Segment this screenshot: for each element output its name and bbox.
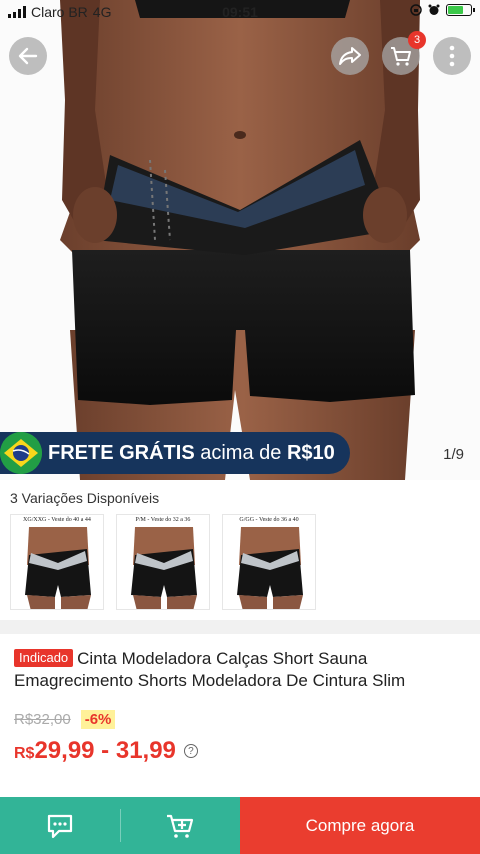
share-icon — [339, 47, 361, 65]
add-to-cart-icon — [167, 814, 194, 838]
bottom-divider — [120, 809, 121, 842]
variation-caption: P/M - Veste do 32 a 36 — [135, 517, 191, 523]
variation-thumbnail — [25, 527, 91, 609]
cart-icon — [391, 47, 411, 66]
more-options-button[interactable] — [433, 37, 471, 75]
more-vertical-icon — [449, 45, 455, 67]
variation-option[interactable]: XG/XXG - Veste do 40 a 44 — [10, 514, 104, 610]
free-shipping-banner: FRETE GRÁTIS acima de R$10 — [0, 432, 350, 474]
variation-option[interactable]: G/GG - Veste do 36 a 40 — [222, 514, 316, 610]
image-pager: 1/9 — [443, 446, 464, 463]
product-info: Indicado Cinta Modeladora Calças Short Sa… — [0, 634, 480, 765]
price-range: 29,99 - 31,99 — [34, 737, 176, 764]
variation-caption: G/GG - Veste do 36 a 40 — [239, 517, 299, 523]
bottom-left-actions — [0, 797, 240, 854]
clock: 09:51 — [222, 4, 258, 20]
free-shipping-amount: R$10 — [286, 441, 335, 464]
share-button[interactable] — [331, 37, 369, 75]
variation-caption: XG/XXG - Veste do 40 a 44 — [23, 517, 91, 523]
status-right — [410, 4, 475, 16]
brazil-flag-icon — [0, 432, 42, 474]
variation-option[interactable]: P/M - Veste do 32 a 36 — [116, 514, 210, 610]
section-divider — [0, 620, 480, 634]
current-price: R$29,99 - 31,99 ? — [14, 737, 466, 765]
discount-badge: -6% — [80, 710, 116, 729]
price-help-icon[interactable]: ? — [183, 744, 198, 758]
alarm-icon — [428, 4, 440, 15]
status-bar: Claro BR 4G 09:51 — [0, 0, 480, 24]
bottom-action-bar: Compre agora — [0, 797, 480, 854]
variation-thumbnail — [131, 527, 197, 609]
variations-section: 3 Variações Disponíveis XG/XXG - Veste d… — [0, 480, 480, 620]
product-title-block: Indicado Cinta Modeladora Calças Short Sa… — [14, 648, 466, 692]
free-shipping-rest: acima de — [200, 441, 282, 464]
battery-icon — [446, 4, 475, 16]
chat-icon — [47, 814, 73, 838]
variations-title: 3 Variações Disponíveis — [10, 490, 160, 506]
original-price: R$32,00 — [14, 711, 71, 728]
add-to-cart-button[interactable] — [120, 797, 240, 854]
recommended-badge: Indicado — [14, 649, 74, 667]
arrow-left-icon — [18, 47, 38, 65]
free-shipping-text: FRETE GRÁTIS acima de R$10 — [48, 442, 335, 465]
cart-button[interactable]: 3 — [382, 31, 426, 75]
chat-button[interactable] — [0, 797, 120, 854]
currency-symbol: R$ — [14, 745, 35, 762]
buy-now-button[interactable]: Compre agora — [240, 797, 480, 854]
free-shipping-strong: FRETE GRÁTIS — [48, 441, 195, 464]
cart-count-badge: 3 — [408, 31, 426, 49]
back-button[interactable] — [9, 37, 47, 75]
variation-thumbnail — [237, 527, 303, 609]
variations-list: XG/XXG - Veste do 40 a 44 P/M - Veste do… — [10, 514, 316, 610]
rotation-lock-icon — [410, 4, 422, 16]
price-row: R$32,00 -6% — [14, 710, 466, 729]
